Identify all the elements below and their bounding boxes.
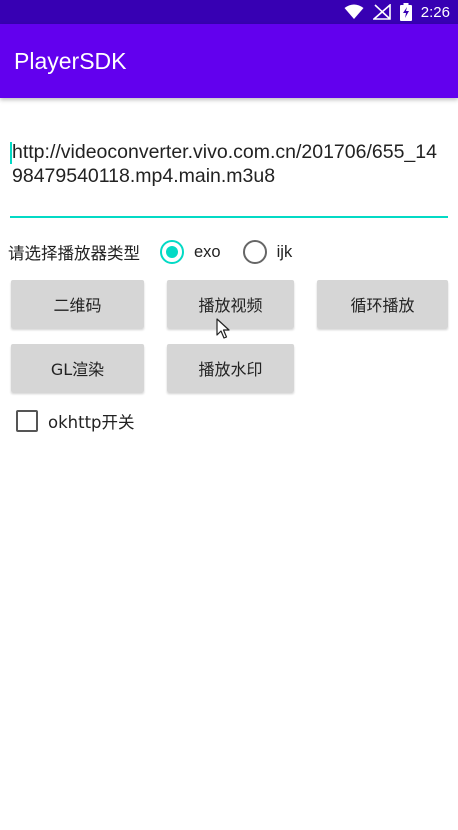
url-input[interactable]: http://videoconverter.vivo.com.cn/201706… — [10, 140, 448, 220]
player-type-group: 请选择播放器类型 exo ijk — [8, 238, 292, 266]
text-caret — [10, 142, 12, 164]
mouse-cursor-icon — [216, 318, 230, 339]
gl-render-button[interactable]: GL渲染 — [11, 344, 144, 392]
qrcode-button[interactable]: 二维码 — [11, 280, 144, 328]
play-watermark-button[interactable]: 播放水印 — [167, 344, 294, 392]
radio-unchecked-icon[interactable] — [242, 240, 267, 264]
no-signal-icon — [372, 4, 391, 20]
radio-checked-icon[interactable] — [160, 240, 184, 264]
app-title: PlayerSDK — [14, 48, 127, 74]
play-video-button[interactable]: 播放视频 — [167, 280, 294, 328]
wifi-icon — [344, 4, 364, 19]
radio-ijk-label[interactable]: ijk — [277, 243, 293, 262]
okhttp-checkbox[interactable]: okhttp开关 — [16, 408, 135, 434]
okhttp-checkbox-label[interactable]: okhttp开关 — [48, 409, 135, 433]
radio-ijk[interactable]: ijk — [242, 240, 293, 264]
radio-exo-label[interactable]: exo — [194, 243, 221, 262]
radio-exo[interactable]: exo — [160, 240, 221, 264]
checkbox-unchecked-icon[interactable] — [16, 410, 38, 432]
battery-charging-icon — [399, 3, 412, 21]
url-input-underline — [10, 216, 448, 218]
loop-play-button[interactable]: 循环播放 — [317, 280, 448, 328]
status-time: 2:26 — [420, 3, 450, 21]
app-bar: PlayerSDK — [0, 24, 458, 98]
url-input-value[interactable]: http://videoconverter.vivo.com.cn/201706… — [10, 140, 440, 188]
player-type-label: 请选择播放器类型 — [8, 244, 140, 263]
status-bar: 2:26 — [0, 0, 458, 24]
